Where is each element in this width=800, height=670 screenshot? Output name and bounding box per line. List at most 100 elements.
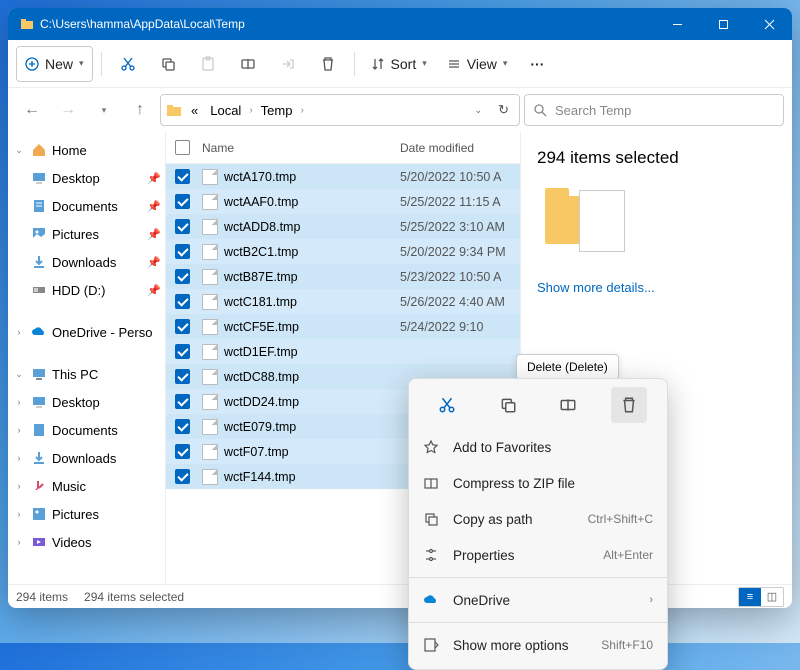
column-name[interactable]: Name [198, 141, 400, 155]
ctx-onedrive[interactable]: OneDrive › [409, 582, 667, 618]
forward-button[interactable]: → [52, 94, 84, 126]
expand-icon[interactable]: › [12, 425, 26, 435]
window-title: C:\Users\hamma\AppData\Local\Temp [40, 17, 245, 31]
breadcrumb-temp[interactable]: Temp [257, 99, 297, 122]
sidebar-item-desktop[interactable]: Desktop 📌 [8, 164, 165, 192]
expand-icon[interactable]: › [12, 481, 26, 491]
copy-button[interactable] [150, 46, 186, 82]
expand-icon[interactable]: › [12, 537, 26, 547]
show-more-link[interactable]: Show more details... [537, 280, 776, 295]
row-checkbox[interactable] [175, 469, 190, 484]
sidebar-item-onedrive[interactable]: › OneDrive - Perso [8, 318, 165, 346]
ctx-copy-path[interactable]: Copy as path Ctrl+Shift+C [409, 501, 667, 537]
sidebar-item-documents[interactable]: › Documents [8, 416, 165, 444]
view-thumbs-button[interactable]: ◫ [761, 588, 783, 606]
ctx-favorites[interactable]: Add to Favorites [409, 429, 667, 465]
pc-icon [30, 365, 48, 383]
file-name: wctDD24.tmp [224, 395, 299, 409]
ctx-rename-button[interactable] [550, 387, 586, 423]
sidebar-item-thispc[interactable]: ⌄ This PC [8, 360, 165, 388]
table-row[interactable]: wctAAF0.tmp 5/25/2022 11:15 A [166, 189, 520, 214]
view-button[interactable]: View ▾ [439, 46, 516, 82]
ctx-properties[interactable]: Properties Alt+Enter [409, 537, 667, 573]
minimize-button[interactable] [654, 8, 700, 40]
new-button[interactable]: New ▾ [16, 46, 93, 82]
expand-icon[interactable]: ⌄ [12, 369, 26, 380]
breadcrumb-local[interactable]: Local [206, 99, 245, 122]
ctx-zip[interactable]: Compress to ZIP file [409, 465, 667, 501]
sidebar-item-pictures[interactable]: Pictures 📌 [8, 220, 165, 248]
sidebar-item-downloads[interactable]: › Downloads [8, 444, 165, 472]
share-button[interactable] [270, 46, 306, 82]
toolbar: New ▾ Sort ▾ View ▾ ··· [8, 40, 792, 88]
folder-icon [30, 477, 48, 495]
cut-button[interactable] [110, 46, 146, 82]
row-checkbox[interactable] [175, 194, 190, 209]
table-row[interactable]: wctB2C1.tmp 5/20/2022 9:34 PM [166, 239, 520, 264]
row-checkbox[interactable] [175, 294, 190, 309]
row-checkbox[interactable] [175, 394, 190, 409]
expand-icon[interactable]: › [12, 397, 26, 407]
chevron-down-icon: ▾ [79, 58, 84, 69]
view-label: View [467, 56, 497, 72]
file-date: 5/25/2022 3:10 AM [400, 220, 520, 234]
column-date[interactable]: Date modified [400, 141, 520, 155]
recent-button[interactable]: ▾ [88, 94, 120, 126]
ctx-cut-button[interactable] [429, 387, 465, 423]
table-row[interactable]: wctA170.tmp 5/20/2022 10:50 A [166, 164, 520, 189]
delete-button[interactable] [310, 46, 346, 82]
expand-icon[interactable]: ⌄ [12, 145, 26, 156]
paste-button[interactable] [190, 46, 226, 82]
file-name: wctD1EF.tmp [224, 345, 298, 359]
table-row[interactable]: wctC181.tmp 5/26/2022 4:40 AM [166, 289, 520, 314]
select-all-checkbox[interactable] [175, 140, 190, 155]
table-row[interactable]: wctD1EF.tmp [166, 339, 520, 364]
cloud-icon [30, 323, 48, 341]
refresh-button[interactable]: ↻ [492, 102, 515, 118]
sidebar-item-pictures[interactable]: › Pictures [8, 500, 165, 528]
expand-icon[interactable]: › [12, 509, 26, 519]
address-bar[interactable]: « Local › Temp › ⌄ ↻ [160, 94, 520, 126]
titlebar: C:\Users\hamma\AppData\Local\Temp [8, 8, 792, 40]
table-row[interactable]: wctADD8.tmp 5/25/2022 3:10 AM [166, 214, 520, 239]
ctx-copy-button[interactable] [490, 387, 526, 423]
search-input[interactable]: Search Temp [524, 94, 784, 126]
row-checkbox[interactable] [175, 319, 190, 334]
row-checkbox[interactable] [175, 419, 190, 434]
sidebar-item-downloads[interactable]: Downloads 📌 [8, 248, 165, 276]
sidebar-item-music[interactable]: › Music [8, 472, 165, 500]
back-button[interactable]: ← [16, 94, 48, 126]
sidebar-item-home[interactable]: ⌄ Home [8, 136, 165, 164]
table-row[interactable]: wctB87E.tmp 5/23/2022 10:50 A [166, 264, 520, 289]
row-checkbox[interactable] [175, 369, 190, 384]
chevron-right-icon: › [649, 594, 653, 606]
view-details-button[interactable]: ≡ [739, 588, 761, 606]
properties-icon [423, 547, 439, 563]
sidebar-item-desktop[interactable]: › Desktop [8, 388, 165, 416]
table-row[interactable]: wctCF5E.tmp 5/24/2022 9:10 [166, 314, 520, 339]
file-name: wctF07.tmp [224, 445, 289, 459]
ctx-delete-button[interactable] [611, 387, 647, 423]
file-name: wctAAF0.tmp [224, 195, 298, 209]
sidebar-item-hddd[interactable]: HDD (D:) 📌 [8, 276, 165, 304]
expand-icon[interactable]: › [12, 327, 26, 337]
row-checkbox[interactable] [175, 169, 190, 184]
chevron-down-icon[interactable]: ⌄ [469, 105, 489, 116]
close-button[interactable] [746, 8, 792, 40]
sidebar-item-documents[interactable]: Documents 📌 [8, 192, 165, 220]
sidebar-item-videos[interactable]: › Videos [8, 528, 165, 556]
row-checkbox[interactable] [175, 244, 190, 259]
row-checkbox[interactable] [175, 219, 190, 234]
sort-button[interactable]: Sort ▾ [363, 46, 435, 82]
file-name: wctE079.tmp [224, 420, 296, 434]
maximize-button[interactable] [700, 8, 746, 40]
more-button[interactable]: ··· [519, 46, 555, 82]
row-checkbox[interactable] [175, 444, 190, 459]
file-icon [202, 419, 218, 435]
row-checkbox[interactable] [175, 344, 190, 359]
row-checkbox[interactable] [175, 269, 190, 284]
up-button[interactable]: ↑ [124, 94, 156, 126]
rename-button[interactable] [230, 46, 266, 82]
ctx-show-more[interactable]: Show more options Shift+F10 [409, 627, 667, 663]
expand-icon[interactable]: › [12, 453, 26, 463]
